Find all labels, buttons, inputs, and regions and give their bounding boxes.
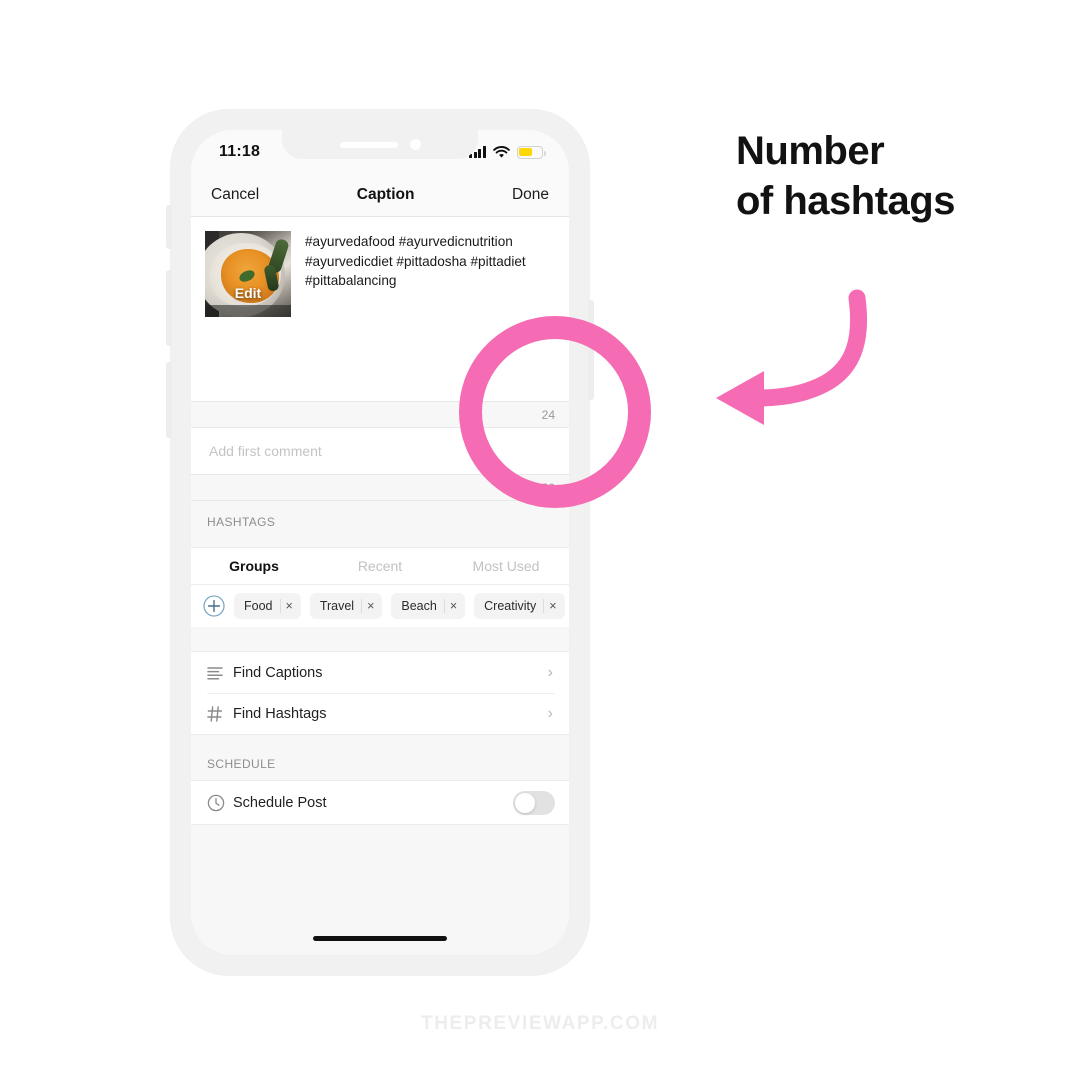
- chip-label: Creativity: [484, 599, 537, 613]
- menu-row-find-captions[interactable]: Find Captions ›: [191, 652, 569, 693]
- chip-remove-icon[interactable]: ×: [543, 599, 557, 613]
- menu-row-find-hashtags[interactable]: Find Hashtags ›: [191, 693, 569, 734]
- battery-low-icon: [517, 145, 546, 159]
- menu-row-schedule-post[interactable]: Schedule Post: [191, 781, 569, 824]
- hashtags-section-label: HASHTAGS: [191, 501, 569, 547]
- section-divider-1: [191, 627, 569, 651]
- chip-label: Food: [244, 599, 273, 613]
- toggle-knob: [515, 792, 535, 813]
- home-indicator[interactable]: [313, 936, 447, 941]
- phone-volume-up-button[interactable]: [166, 270, 172, 346]
- phone-mute-switch[interactable]: [166, 205, 172, 249]
- hashtag-group-chips: Food × Travel × Beach × Creativity ×: [191, 585, 569, 627]
- thumbnail-shade-bottom: [205, 305, 291, 317]
- hashtag-tabs: Groups Recent Most Used: [191, 547, 569, 585]
- edit-thumbnail-label[interactable]: Edit: [205, 285, 291, 301]
- chevron-right-icon: ›: [547, 663, 553, 681]
- status-time: 11:18: [219, 143, 261, 160]
- phone-volume-down-button[interactable]: [166, 362, 172, 438]
- page-title: Caption: [356, 186, 415, 203]
- first-comment-placeholder: Add first comment: [209, 443, 322, 459]
- caption-row: Edit #ayurvedafood #ayurvedicnutrition #…: [191, 231, 569, 317]
- post-thumbnail[interactable]: Edit: [205, 231, 291, 317]
- plus-circle-icon[interactable]: [203, 595, 225, 617]
- chevron-right-icon: ›: [547, 705, 553, 722]
- wifi-icon: [493, 145, 510, 158]
- annotation-heading: Number of hashtags: [736, 126, 1036, 227]
- menu-label: Find Captions: [233, 664, 323, 681]
- schedule-post-toggle[interactable]: [513, 790, 555, 815]
- annotation-heading-line1: Number: [736, 129, 885, 173]
- chip-label: Travel: [319, 599, 355, 613]
- chip-remove-icon[interactable]: ×: [361, 599, 374, 613]
- chip-creativity[interactable]: Creativity ×: [474, 593, 565, 619]
- screenshot-canvas: 11:18 Cancel Caption Done Edit #ayurveda…: [0, 0, 1080, 1080]
- menu-label: Find Hashtags: [233, 706, 327, 722]
- battery-fill: [519, 147, 532, 157]
- nav-header: Cancel Caption Done: [191, 174, 569, 217]
- chip-remove-icon[interactable]: ×: [443, 599, 457, 613]
- chip-beach[interactable]: Beach ×: [391, 593, 466, 619]
- phone-screen: 11:18 Cancel Caption Done Edit #ayurveda…: [191, 130, 569, 955]
- watermark: THEPREVIEWAPP.COM: [421, 1013, 659, 1034]
- menu-list: Find Captions › Find Hashtags ›: [191, 651, 569, 735]
- tab-groups[interactable]: Groups: [191, 548, 317, 584]
- done-button[interactable]: Done: [512, 186, 549, 204]
- annotation-highlight-circle: [459, 316, 651, 508]
- tab-recent[interactable]: Recent: [317, 548, 443, 584]
- caption-text[interactable]: #ayurvedafood #ayurvedicnutrition #ayurv…: [305, 231, 555, 317]
- clock-icon: [207, 794, 233, 812]
- chip-food[interactable]: Food ×: [234, 593, 301, 619]
- phone-frame: 11:18 Cancel Caption Done Edit #ayurveda…: [166, 110, 594, 975]
- annotation-arrow-icon: [716, 289, 868, 425]
- chip-label: Beach: [401, 599, 437, 613]
- chip-remove-icon[interactable]: ×: [279, 599, 293, 613]
- schedule-section-label: SCHEDULE: [191, 735, 569, 780]
- list-lines-icon: [207, 666, 233, 680]
- cancel-button[interactable]: Cancel: [211, 186, 259, 204]
- earpiece-speaker: [339, 141, 398, 148]
- annotation-heading-line2: of hashtags: [736, 179, 955, 224]
- tab-most-used[interactable]: Most Used: [443, 548, 569, 584]
- phone-notch: [282, 130, 478, 159]
- schedule-list: Schedule Post: [191, 780, 569, 825]
- chip-travel[interactable]: Travel ×: [309, 593, 383, 619]
- hash-icon: [207, 706, 233, 722]
- schedule-post-label: Schedule Post: [233, 794, 327, 811]
- front-camera-icon: [409, 139, 421, 150]
- status-indicators: [469, 145, 546, 159]
